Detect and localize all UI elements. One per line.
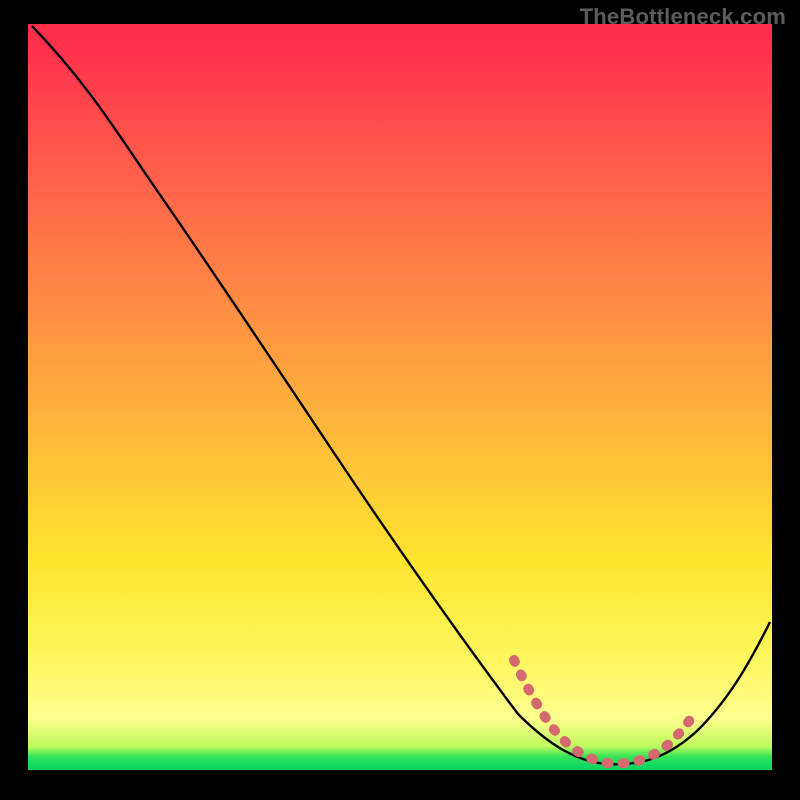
curve-layer xyxy=(28,24,772,770)
plot-area xyxy=(28,24,772,770)
optimal-range-marker xyxy=(514,660,694,763)
bottleneck-curve xyxy=(32,26,770,764)
chart-stage: TheBottleneck.com xyxy=(0,0,800,800)
watermark-text: TheBottleneck.com xyxy=(580,4,786,30)
